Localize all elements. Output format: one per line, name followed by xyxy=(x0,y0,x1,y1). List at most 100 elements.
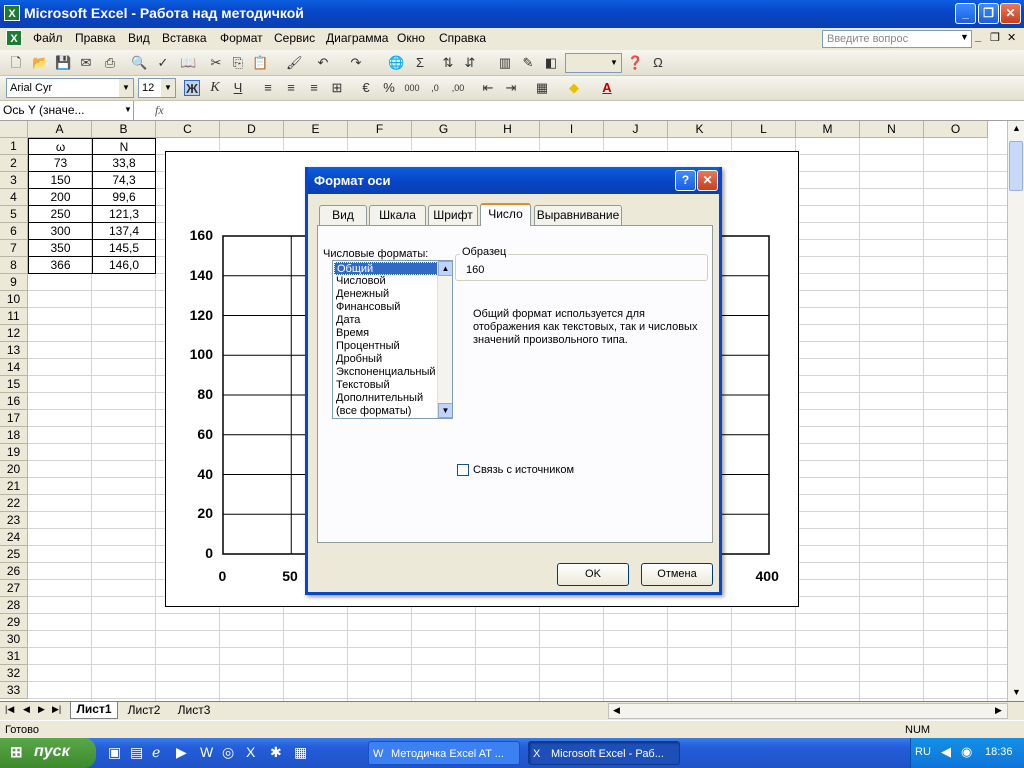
row-header-32[interactable]: 32 xyxy=(0,665,28,682)
language-indicator[interactable]: RU xyxy=(915,746,931,758)
volume-icon[interactable]: ◉ xyxy=(961,744,972,760)
next-sheet-icon[interactable]: ▶ xyxy=(38,704,45,715)
name-box[interactable]: Ось Y (значе... ▼ xyxy=(0,101,134,120)
quicklaunch-winword-icon[interactable]: W xyxy=(200,744,213,760)
formats-listbox[interactable]: Общий Числовой Денежный Финансовый Дата Время… xyxy=(332,260,453,419)
column-header-f[interactable]: F xyxy=(348,121,412,138)
paste-icon[interactable]: 📋 xyxy=(252,55,268,71)
merge-center-icon[interactable]: ⊞ xyxy=(329,80,345,96)
quicklaunch-desktop-icon[interactable]: ▤ xyxy=(130,744,143,761)
hyperlink-icon[interactable]: 🌐 xyxy=(388,55,404,71)
increase-indent-icon[interactable]: ⇥ xyxy=(503,80,519,96)
column-header-d[interactable]: D xyxy=(220,121,284,138)
fx-icon[interactable]: fx xyxy=(155,103,164,118)
table-cell[interactable]: 137,4 xyxy=(92,223,156,240)
align-left-icon[interactable]: ≡ xyxy=(260,80,276,96)
row-header-6[interactable]: 6 xyxy=(0,223,28,240)
drawing-icon[interactable]: ✎ xyxy=(520,55,536,71)
table-cell[interactable]: 33,8 xyxy=(92,155,156,172)
menu-view[interactable]: Вид xyxy=(128,31,150,45)
scroll-down-icon[interactable]: ▼ xyxy=(1012,687,1021,697)
format-list-item[interactable]: Время xyxy=(334,327,438,340)
format-list-item[interactable]: (все форматы) xyxy=(334,405,438,418)
table-cell[interactable]: 150 xyxy=(28,172,92,189)
row-header-18[interactable]: 18 xyxy=(0,427,28,444)
row-header-25[interactable]: 25 xyxy=(0,546,28,563)
chart-icon[interactable]: ◧ xyxy=(543,55,559,71)
copy-icon[interactable]: ⎘ xyxy=(230,55,246,71)
print-icon[interactable]: ⎙ xyxy=(102,55,118,71)
table-cell[interactable]: 366 xyxy=(28,257,92,274)
save-icon[interactable]: 💾 xyxy=(55,55,71,71)
chevron-down-icon[interactable]: ▼ xyxy=(124,105,132,114)
vertical-scrollbar[interactable]: ▲ ▼ xyxy=(1007,121,1024,701)
minimize-button[interactable]: _ xyxy=(955,3,976,24)
scroll-up-icon[interactable]: ▲ xyxy=(1012,123,1021,133)
row-header-1[interactable]: 1 xyxy=(0,138,28,155)
column-header-i[interactable]: I xyxy=(540,121,604,138)
row-header-17[interactable]: 17 xyxy=(0,410,28,427)
menu-file[interactable]: Файл xyxy=(33,31,63,45)
quicklaunch-media-icon[interactable]: ▶ xyxy=(176,744,187,761)
zoom-combo[interactable]: ▼ xyxy=(565,53,622,73)
cyrillic-icon[interactable]: Ω xyxy=(650,55,666,71)
column-header-c[interactable]: C xyxy=(156,121,220,138)
menu-help[interactable]: Справка xyxy=(439,31,486,45)
row-header-26[interactable]: 26 xyxy=(0,563,28,580)
row-header-2[interactable]: 2 xyxy=(0,155,28,172)
column-header-e[interactable]: E xyxy=(284,121,348,138)
row-header-24[interactable]: 24 xyxy=(0,529,28,546)
table-cell[interactable]: 121,3 xyxy=(92,206,156,223)
row-header-23[interactable]: 23 xyxy=(0,512,28,529)
menu-format[interactable]: Формат xyxy=(220,31,263,45)
borders-icon[interactable]: ▦ xyxy=(534,80,550,96)
table-cell[interactable]: 74,3 xyxy=(92,172,156,189)
row-header-5[interactable]: 5 xyxy=(0,206,28,223)
quicklaunch-tool-icon[interactable]: ✱ xyxy=(270,744,282,761)
scroll-right-icon[interactable]: ▶ xyxy=(995,705,1002,716)
table-cell[interactable]: 250 xyxy=(28,206,92,223)
format-list-item[interactable]: Экспоненциальный xyxy=(334,366,438,379)
bold-button[interactable]: Ж xyxy=(184,80,200,96)
row-header-27[interactable]: 27 xyxy=(0,580,28,597)
decrease-indent-icon[interactable]: ⇤ xyxy=(480,80,496,96)
row-header-29[interactable]: 29 xyxy=(0,614,28,631)
first-sheet-icon[interactable]: |◀ xyxy=(5,704,14,715)
scroll-up-icon[interactable]: ▲ xyxy=(438,261,452,276)
quicklaunch-excel-icon[interactable]: X xyxy=(246,744,255,760)
redo-icon[interactable]: ↷ xyxy=(348,55,364,71)
increase-decimal-icon[interactable]: ,0 xyxy=(427,80,443,96)
menu-insert[interactable]: Вставка xyxy=(162,31,207,45)
row-header-4[interactable]: 4 xyxy=(0,189,28,206)
menu-chart[interactable]: Диаграмма xyxy=(326,31,388,45)
column-header-n[interactable]: N xyxy=(860,121,924,138)
column-header-g[interactable]: G xyxy=(412,121,476,138)
column-header-o[interactable]: O xyxy=(924,121,988,138)
tab-number[interactable]: Число xyxy=(480,203,531,226)
table-cell[interactable]: 300 xyxy=(28,223,92,240)
menu-edit[interactable]: Правка xyxy=(75,31,116,45)
align-right-icon[interactable]: ≡ xyxy=(306,80,322,96)
format-list-item[interactable]: Денежный xyxy=(334,288,438,301)
row-header-12[interactable]: 12 xyxy=(0,325,28,342)
quicklaunch-ie-icon[interactable]: ℯ xyxy=(152,744,160,761)
table-cell[interactable]: 200 xyxy=(28,189,92,206)
column-header-m[interactable]: M xyxy=(796,121,860,138)
question-dropdown-icon[interactable]: ▼ xyxy=(960,32,969,42)
row-header-3[interactable]: 3 xyxy=(0,172,28,189)
tab-alignment[interactable]: Выравнивание xyxy=(534,205,622,225)
table-cell[interactable]: 350 xyxy=(28,240,92,257)
listbox-scrollbar[interactable]: ▲ ▼ xyxy=(437,261,452,418)
font-color-icon[interactable]: A xyxy=(599,80,615,96)
sort-asc-icon[interactable]: ⇅ xyxy=(440,55,456,71)
currency-icon[interactable]: € xyxy=(358,80,374,96)
ok-button[interactable]: OK xyxy=(557,563,629,586)
decrease-decimal-icon[interactable]: ,00 xyxy=(450,80,466,96)
last-sheet-icon[interactable]: ▶| xyxy=(52,704,61,715)
row-header-14[interactable]: 14 xyxy=(0,359,28,376)
dialog-help-button[interactable]: ? xyxy=(675,170,696,191)
new-icon[interactable]: 🗋 xyxy=(8,55,24,71)
format-list-item[interactable]: Финансовый xyxy=(334,301,438,314)
table-cell[interactable]: 145,5 xyxy=(92,240,156,257)
row-header-19[interactable]: 19 xyxy=(0,444,28,461)
